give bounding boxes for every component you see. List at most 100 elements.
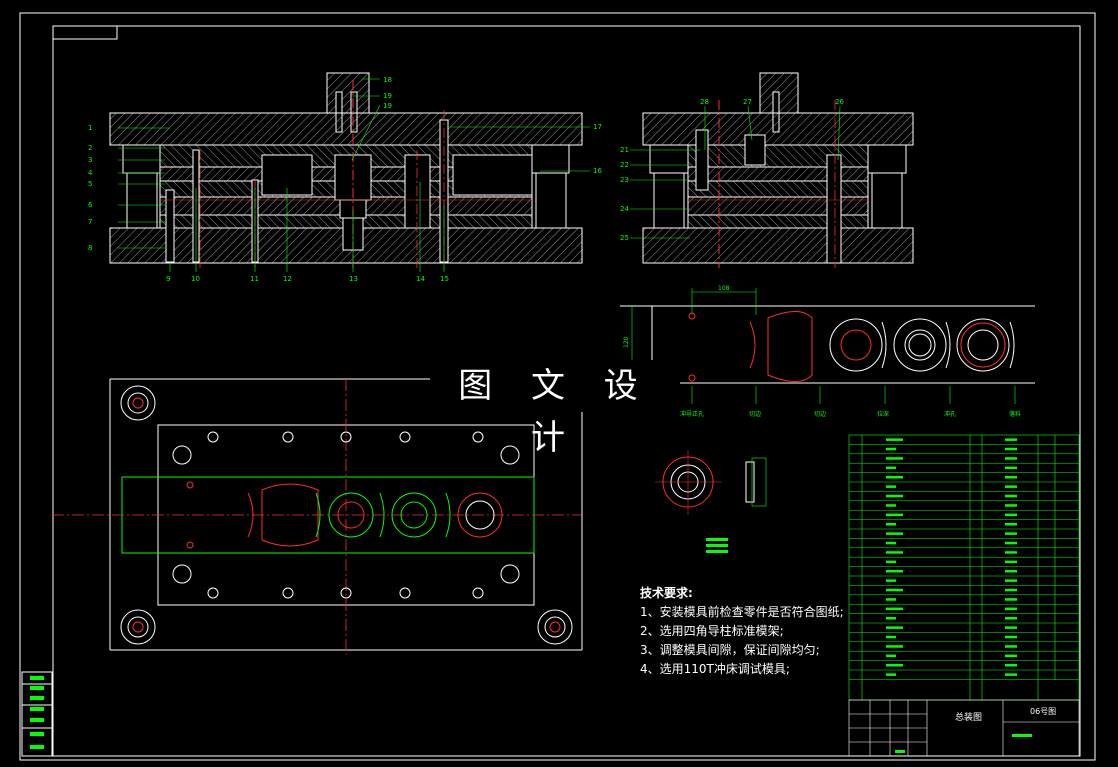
table-entry-bar bbox=[1005, 438, 1017, 441]
table-entry-bar bbox=[886, 588, 903, 592]
table-entry-bar bbox=[886, 494, 903, 498]
parts-table-rows bbox=[849, 438, 1079, 680]
table-entry-bar bbox=[1005, 607, 1017, 611]
callout-12: 12 bbox=[283, 275, 292, 283]
callout-26: 26 bbox=[835, 98, 844, 106]
table-entry-bar bbox=[886, 617, 896, 620]
front-section-view bbox=[109, 72, 583, 268]
table-entry-bar bbox=[886, 551, 903, 554]
table-entry-bar bbox=[1005, 598, 1017, 601]
callout-16: 16 bbox=[593, 167, 602, 175]
table-entry-bar bbox=[886, 438, 903, 441]
table-entry-bar bbox=[886, 523, 896, 526]
side-section-view bbox=[642, 72, 914, 268]
table-entry-bar bbox=[886, 645, 903, 648]
requirement-item: 3、调整模具间隙，保证间隙均匀; bbox=[640, 643, 820, 657]
callout-13: 13 bbox=[349, 275, 358, 283]
title-block-bar bbox=[1012, 734, 1032, 737]
callout-17: 17 bbox=[593, 123, 602, 131]
table-entry-bar bbox=[1005, 494, 1017, 498]
table-entry-bar bbox=[1005, 513, 1017, 517]
table-entry-bar bbox=[886, 626, 903, 629]
table-entry-bar bbox=[886, 654, 896, 658]
table-entry-bar bbox=[1005, 617, 1017, 620]
table-entry-bar bbox=[1005, 570, 1017, 573]
callout-2: 2 bbox=[88, 144, 92, 152]
callout-21: 21 bbox=[620, 146, 629, 154]
table-entry-bar bbox=[1005, 504, 1017, 507]
strip-layout bbox=[620, 288, 1035, 404]
plan-view bbox=[52, 378, 583, 655]
corner-box bbox=[52, 25, 118, 40]
callout-24: 24 bbox=[620, 205, 629, 213]
table-entry-bar bbox=[886, 607, 903, 611]
watermark-text: 图 文 设 计 bbox=[430, 360, 680, 458]
table-entry-bar bbox=[1005, 579, 1017, 582]
table-entry-bar bbox=[1005, 635, 1017, 639]
table-entry-bar bbox=[1005, 588, 1017, 592]
table-entry-bar bbox=[886, 635, 896, 639]
station-6: 落料 bbox=[1009, 410, 1021, 418]
callout-22: 22 bbox=[620, 161, 629, 169]
table-entry-bar bbox=[1005, 532, 1017, 535]
table-entry-bar bbox=[886, 579, 896, 582]
callout-10: 10 bbox=[191, 275, 200, 283]
dim-strip-width: 120 bbox=[623, 336, 630, 348]
table-entry-bar bbox=[886, 598, 896, 601]
side-strip bbox=[21, 671, 53, 757]
callout-28: 28 bbox=[700, 98, 709, 106]
table-entry-bar bbox=[886, 570, 903, 573]
callout-3: 3 bbox=[88, 156, 92, 164]
requirements-title: 技术要求: bbox=[640, 586, 693, 600]
table-entry-bar bbox=[1005, 485, 1017, 488]
table-entry-bar bbox=[1005, 476, 1017, 479]
requirement-item: 4、选用110T冲床调试模具; bbox=[640, 662, 790, 676]
dim-pitch: 108 bbox=[718, 285, 730, 292]
callout-25: 25 bbox=[620, 234, 629, 242]
requirement-item: 2、选用四角导柱标准模架; bbox=[640, 624, 784, 638]
table-entry-bar bbox=[886, 664, 903, 667]
table-entry-bar bbox=[886, 673, 896, 676]
callout-18: 18 bbox=[383, 76, 392, 84]
table-entry-bar bbox=[886, 457, 903, 460]
table-entry-bar bbox=[1005, 466, 1017, 470]
table-entry-bar bbox=[1005, 673, 1017, 676]
callout-19a: 19 bbox=[383, 92, 392, 100]
drawing-number: 06号图 bbox=[1030, 707, 1057, 716]
table-entry-bar bbox=[1005, 560, 1017, 564]
callout-5: 5 bbox=[88, 180, 92, 188]
callout-8: 8 bbox=[88, 244, 92, 252]
callout-6: 6 bbox=[88, 201, 93, 209]
station-5: 冲孔 bbox=[944, 410, 956, 418]
table-entry-bar bbox=[1005, 664, 1017, 667]
table-entry-bar bbox=[1005, 626, 1017, 629]
table-entry-bar bbox=[886, 532, 903, 535]
table-entry-bar bbox=[886, 476, 903, 479]
station-2: 切边 bbox=[749, 410, 761, 418]
table-entry-bar bbox=[886, 513, 903, 517]
table-entry-bar bbox=[886, 466, 896, 470]
callout-9: 9 bbox=[166, 275, 170, 283]
station-1: 冲导正孔 bbox=[680, 410, 704, 418]
table-entry-bar bbox=[886, 504, 896, 507]
drawing-name: 总装图 bbox=[955, 713, 983, 723]
parts-table bbox=[848, 434, 1080, 701]
callout-14: 14 bbox=[416, 275, 425, 283]
table-entry-bar bbox=[1005, 645, 1017, 648]
callout-15: 15 bbox=[440, 275, 449, 283]
table-entry-bar bbox=[886, 541, 896, 545]
part-detail bbox=[655, 450, 767, 553]
callout-23: 23 bbox=[620, 176, 629, 184]
callout-27: 27 bbox=[743, 98, 752, 106]
callout-4: 4 bbox=[88, 169, 93, 177]
table-entry-bar bbox=[1005, 447, 1017, 451]
title-block-bar-2 bbox=[895, 750, 905, 753]
callout-11: 11 bbox=[250, 275, 259, 283]
table-entry-bar bbox=[1005, 523, 1017, 526]
station-3: 切边 bbox=[814, 410, 826, 418]
table-entry-bar bbox=[1005, 541, 1017, 545]
technical-requirements: 技术要求: 1、安装模具前检查零件是否符合图纸; 2、选用四角导柱标准模架; 3… bbox=[640, 584, 844, 679]
callout-1: 1 bbox=[88, 124, 92, 132]
strip-labels: 108 120 冲导正孔 切边 切边 拉深 冲孔 落料 bbox=[623, 285, 1021, 418]
callout-7: 7 bbox=[88, 218, 92, 226]
